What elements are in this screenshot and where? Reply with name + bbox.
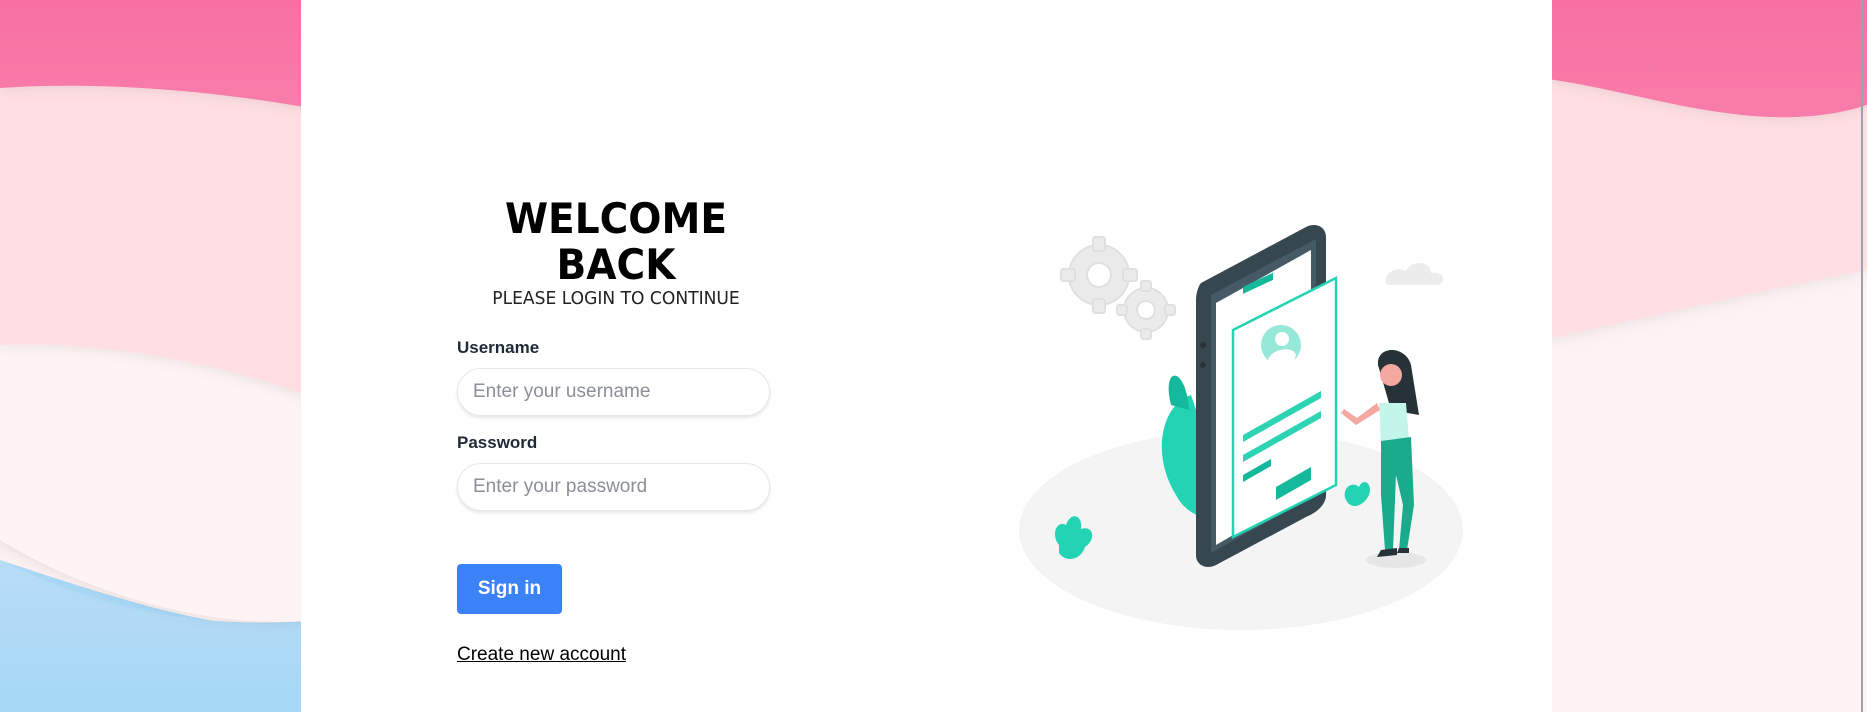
password-input[interactable] — [457, 463, 770, 511]
gear-icon — [1060, 236, 1176, 340]
password-label: Password — [457, 433, 538, 452]
password-field-group: Password — [457, 433, 772, 511]
page-subtitle: PLEASE LOGIN TO CONTINUE — [492, 288, 740, 309]
sign-in-button[interactable]: Sign in — [457, 564, 562, 614]
mobile-login-illustration — [1019, 225, 1463, 630]
create-account-link[interactable]: Create new account — [457, 644, 626, 666]
welcome-header: WELCOME BACK PLEASE LOGIN TO CONTINUE — [431, 194, 801, 310]
cloud-icon — [1385, 262, 1444, 285]
login-card: WELCOME BACK PLEASE LOGIN TO CONTINUE Us… — [301, 0, 1552, 712]
page-title: WELCOME BACK — [504, 194, 728, 289]
username-input[interactable] — [457, 368, 770, 416]
username-field-group: Username — [457, 338, 772, 416]
username-label: Username — [457, 338, 540, 357]
login-form: Username Password — [457, 338, 772, 528]
